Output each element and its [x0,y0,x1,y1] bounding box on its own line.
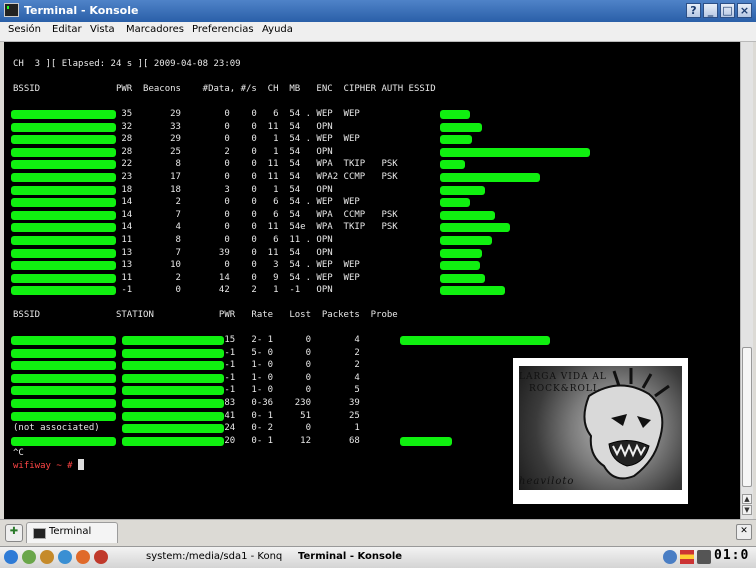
censor-blob [11,210,116,220]
censor-blob [11,248,116,258]
keyboard-layout-flag-icon[interactable] [680,550,694,564]
censor-blob [11,198,116,208]
scroll-down-arrow[interactable]: ▼ [742,505,752,515]
maximize-button[interactable]: □ [720,3,735,18]
censor-blob [11,110,116,119]
close-tab-button[interactable]: ✕ [736,524,752,540]
image-signature: heaviloto [519,476,575,487]
censor-blob [440,261,480,271]
censor-blob [440,160,465,170]
censor-blob [440,185,485,195]
minimize-button[interactable]: _ [703,3,718,18]
tab-terminal-label: Terminal [49,526,92,537]
home-folder-icon[interactable] [40,550,54,564]
censor-blob [11,147,116,157]
kmenu-icon[interactable] [4,550,18,564]
censor-blob [11,348,116,358]
stations-header: BSSID STATION PWR Rate Lost Packets Prob… [13,310,398,320]
image-caption-top: LARGA VIDA AL [519,372,607,382]
censor-blob [11,436,116,446]
censor-blob [11,399,116,408]
task-konsole[interactable]: Terminal - Konsole [298,549,418,565]
censor-blob [440,273,485,283]
censor-blob [11,236,116,245]
rock-image: LARGA VIDA AL ROCK&ROLL heaviloto [513,358,688,504]
clock[interactable]: 01:0 [714,548,749,563]
shell-prompt: wifiway ~ # [13,461,73,471]
censor-blob [440,147,590,157]
airodump-status-line: CH 3 ][ Elapsed: 24 s ][ 2009-04-08 23:0… [13,59,241,69]
censor-blob [11,185,116,195]
menu-marcadores[interactable]: Marcadores [126,24,184,35]
censor-blob [440,210,495,220]
session-tabbar: ✚ Terminal ✕ [0,519,756,546]
censor-blob [11,373,116,383]
censor-blob [11,223,116,233]
censor-blob [11,411,116,421]
censor-blob [11,273,116,283]
censor-blob [122,336,224,345]
tab-terminal[interactable]: Terminal [26,522,118,543]
censor-blob [122,399,224,408]
menu-editar[interactable]: Editar [52,24,82,35]
censor-blob [11,261,116,271]
window-titlebar[interactable]: Terminal - Konsole ? _ □ × [0,0,756,22]
censor-blob [122,348,224,358]
app-launcher-icon[interactable] [94,550,108,564]
new-session-button[interactable]: ✚ [5,524,23,542]
window-title: Terminal - Konsole [24,4,139,17]
censor-blob [122,373,224,383]
censor-blob [440,135,472,145]
menu-preferencias[interactable]: Preferencias [192,24,254,35]
censor-blob [122,424,224,434]
censor-blob [11,386,116,396]
censor-blob [440,173,540,182]
censor-blob [11,173,116,182]
volume-tray-icon[interactable] [697,550,711,564]
task-konqueror[interactable]: system:/media/sda1 - Konq [146,549,294,565]
censor-blob [11,160,116,170]
browser-icon[interactable] [58,550,72,564]
access-points-header: BSSID PWR Beacons #Data, #/s CH MB ENC C… [13,84,436,94]
censor-blob [11,361,116,371]
terminal-scrollbar[interactable]: ▲ ▲ ▼ [740,42,753,519]
censor-blob [400,336,550,345]
censor-blob [400,437,452,446]
close-button[interactable]: × [737,3,752,18]
text-cursor [78,459,85,470]
menu-sesion[interactable]: Sesión [8,24,41,35]
censor-blob [122,361,224,371]
terminal-icon [33,528,46,539]
censor-blob [11,122,116,132]
censor-blob [440,248,482,258]
scroll-up-arrow[interactable]: ▲ [742,494,752,504]
firefox-icon[interactable] [76,550,90,564]
skull-illustration: LARGA VIDA AL ROCK&ROLL heaviloto [519,366,682,490]
censor-blob [122,411,224,421]
censor-blob [122,386,224,396]
scrollbar-thumb[interactable] [742,347,752,487]
konsole-app-icon[interactable] [4,3,19,17]
censor-blob [11,286,116,296]
image-caption-mid: ROCK&ROLL [529,384,600,394]
taskbar: system:/media/sda1 - Konq Terminal - Kon… [0,546,756,568]
help-button[interactable]: ? [686,3,701,18]
shell-prompt-line[interactable]: wifiway ~ # [13,459,85,472]
censor-blob [11,135,116,145]
censor-blob [11,336,116,345]
menubar: Sesión Editar Vista Marcadores Preferenc… [0,22,756,42]
interrupt-line: ^C [13,448,24,458]
censor-blob [122,436,224,446]
censor-blob [440,223,510,233]
censor-blob [440,236,492,245]
censor-blob [440,122,482,132]
desktop-icon[interactable] [22,550,36,564]
menu-ayuda[interactable]: Ayuda [262,24,293,35]
censor-blob [440,198,470,208]
censor-blob [440,286,505,296]
menu-vista[interactable]: Vista [90,24,115,35]
censor-blob [440,110,470,119]
network-tray-icon[interactable] [663,550,677,564]
